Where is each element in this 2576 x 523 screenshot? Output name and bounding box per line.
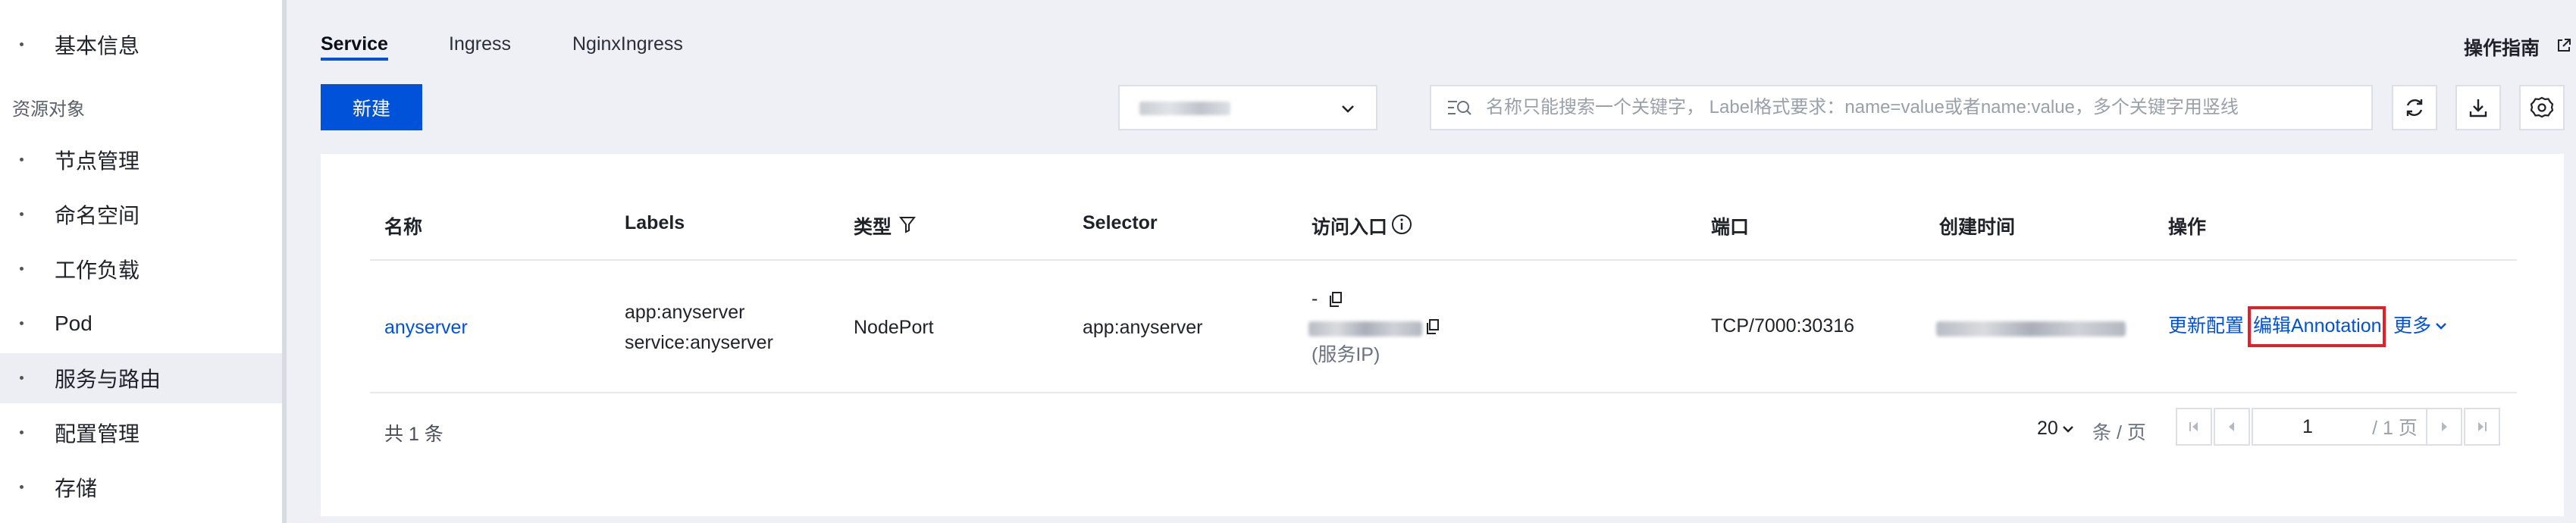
search-input[interactable] <box>1486 92 2350 123</box>
prev-page-button[interactable] <box>2214 408 2250 446</box>
page-size-unit: 条 / 页 <box>2092 422 2146 443</box>
tab-nginx-ingress[interactable]: NginxIngress <box>572 33 683 55</box>
bullet-icon <box>20 212 24 216</box>
sidebar-item-config[interactable]: 配置管理 <box>0 408 282 458</box>
column-header-created: 创建时间 <box>1939 217 2016 238</box>
search-filter-icon <box>1448 101 1471 115</box>
download-icon <box>2469 99 2487 117</box>
next-page-button[interactable] <box>2426 408 2462 446</box>
total-pages: / 1 页 <box>2362 408 2429 446</box>
sidebar-item-label: 存储 <box>55 477 98 500</box>
header-divider <box>370 259 2517 261</box>
service-type: NodePort <box>854 317 934 338</box>
column-header-access: 访问入口 <box>1312 217 1388 238</box>
cluster-ip-redacted <box>1308 321 1422 337</box>
sidebar-item-label: 节点管理 <box>55 149 140 173</box>
refresh-button[interactable] <box>2392 85 2437 130</box>
sidebar: 基本信息 资源对象 节点管理 命名空间 工作负载 Pod 服务与路由 配置管理 … <box>0 0 282 523</box>
settings-icon <box>2530 96 2554 118</box>
bullet-icon <box>20 42 24 46</box>
settings-button[interactable] <box>2519 85 2565 130</box>
sidebar-item-workloads[interactable]: 工作负载 <box>0 244 282 294</box>
column-header-actions: 操作 <box>2168 217 2207 238</box>
service-port: TCP/7000:30316 <box>1711 315 1855 337</box>
column-header-name: 名称 <box>384 217 423 238</box>
sidebar-item-pod[interactable]: Pod <box>0 299 282 349</box>
access-entry-external: - <box>1312 288 1318 309</box>
active-tab-indicator <box>321 58 388 61</box>
column-header-labels: Labels <box>625 212 685 233</box>
sidebar-item-label: 命名空间 <box>55 204 140 227</box>
copy-icon[interactable] <box>1425 318 1440 335</box>
copy-icon[interactable] <box>1328 291 1343 308</box>
prev-page-icon <box>2229 422 2234 431</box>
tab-ingress[interactable]: Ingress <box>449 33 511 55</box>
column-header-port: 端口 <box>1711 217 1750 238</box>
sidebar-divider[interactable] <box>282 0 287 523</box>
created-time-redacted <box>1936 321 2126 337</box>
sidebar-item-namespaces[interactable]: 命名空间 <box>0 189 282 240</box>
search-box[interactable] <box>1430 85 2373 130</box>
sidebar-item-nodes[interactable]: 节点管理 <box>0 135 282 185</box>
label-entry: app:anyserver <box>625 302 745 323</box>
filter-icon[interactable] <box>899 215 916 233</box>
sidebar-item-label: 工作负载 <box>55 258 140 282</box>
info-icon[interactable] <box>1390 213 1413 236</box>
next-page-icon <box>2442 422 2447 431</box>
namespace-select[interactable] <box>1118 85 1377 130</box>
bullet-icon <box>20 431 24 434</box>
page-size-select[interactable]: 20 <box>2037 418 2058 440</box>
column-header-type: 类型 <box>854 217 892 238</box>
chevron-down-icon <box>1342 105 1354 113</box>
label-entry: service:anyserver <box>625 332 773 353</box>
last-page-button[interactable] <box>2464 408 2500 446</box>
sidebar-item-label: 服务与路由 <box>55 368 161 391</box>
sidebar-item-label: 基本信息 <box>55 34 140 58</box>
more-actions-link[interactable]: 更多 <box>2393 311 2431 341</box>
sidebar-item-basic-info[interactable]: 基本信息 <box>0 20 282 70</box>
sidebar-item-storage[interactable]: 存储 <box>0 462 282 512</box>
total-count: 共 1 条 <box>384 424 443 445</box>
sidebar-item-label: 配置管理 <box>55 422 140 446</box>
chevron-down-icon[interactable] <box>2433 318 2449 334</box>
sidebar-item-services-routes[interactable]: 服务与路由 <box>0 353 282 403</box>
bullet-icon <box>20 485 24 489</box>
first-page-icon <box>2189 422 2198 431</box>
refresh-icon <box>2406 99 2423 116</box>
edit-annotation-link[interactable]: 编辑Annotation <box>2253 311 2382 341</box>
column-header-selector: Selector <box>1083 212 1158 233</box>
row-divider <box>370 392 2517 393</box>
tab-service[interactable]: Service <box>321 33 388 55</box>
service-selector: app:anyserver <box>1083 317 1203 338</box>
bullet-icon <box>20 376 24 380</box>
download-button[interactable] <box>2455 85 2501 130</box>
sidebar-item-label: Pod <box>55 312 92 335</box>
select-value-redacted <box>1139 102 1230 115</box>
new-button[interactable]: 新建 <box>321 84 422 130</box>
sidebar-group-label: 资源对象 <box>12 99 85 120</box>
external-link-icon[interactable] <box>2556 38 2571 53</box>
bullet-icon <box>20 321 24 325</box>
chevron-down-icon[interactable] <box>2060 421 2076 437</box>
page-number-input[interactable]: 1 <box>2252 408 2364 446</box>
bullet-icon <box>20 158 24 161</box>
access-entry-note: (服务IP) <box>1312 344 1380 365</box>
bullet-icon <box>20 267 24 271</box>
service-name-link[interactable]: anyserver <box>384 312 468 343</box>
update-config-link[interactable]: 更新配置 <box>2168 311 2244 341</box>
operation-guide-link[interactable]: 操作指南 <box>2464 33 2540 61</box>
last-page-icon <box>2478 422 2487 431</box>
first-page-button[interactable] <box>2176 408 2212 446</box>
